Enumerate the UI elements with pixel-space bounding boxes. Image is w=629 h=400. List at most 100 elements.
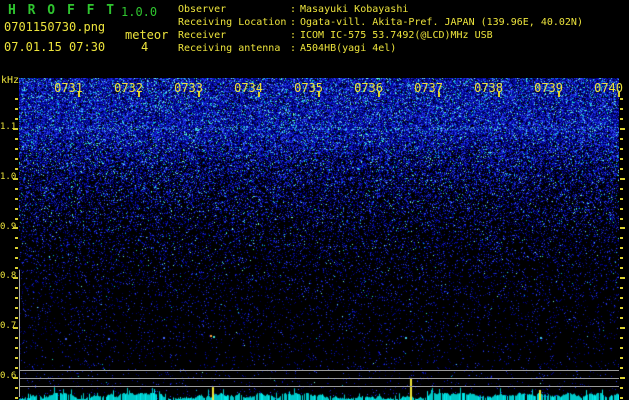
freq-major-tick-right bbox=[620, 327, 625, 329]
level-reference-line bbox=[19, 378, 619, 379]
freq-major-tick bbox=[13, 277, 18, 279]
freq-minor-tick-right bbox=[620, 267, 623, 269]
info-separator: : bbox=[290, 30, 297, 41]
freq-minor-tick bbox=[15, 218, 18, 220]
freq-minor-tick-right bbox=[620, 307, 623, 309]
freq-minor-tick bbox=[15, 317, 18, 319]
freq-minor-tick-right bbox=[620, 397, 623, 399]
freq-minor-tick bbox=[15, 148, 18, 150]
level-reference-line bbox=[19, 370, 619, 371]
time-tick-mark bbox=[438, 92, 440, 97]
freq-minor-tick-right bbox=[620, 188, 623, 190]
freq-minor-tick-right bbox=[620, 98, 623, 100]
freq-major-tick bbox=[13, 178, 18, 180]
freq-minor-tick bbox=[15, 168, 18, 170]
freq-minor-tick-right bbox=[620, 257, 623, 259]
info-value: Ogata-vill. Akita-Pref. JAPAN (139.96E, … bbox=[300, 17, 583, 28]
freq-minor-tick bbox=[15, 208, 18, 210]
info-label: Receiver bbox=[178, 30, 227, 41]
info-label: Receiving antenna bbox=[178, 43, 281, 54]
freq-minor-tick bbox=[15, 387, 18, 389]
freq-tick-label: 0.8 bbox=[0, 271, 17, 281]
output-filename: 0701150730.png bbox=[4, 20, 106, 34]
info-row: Observer: Masayuki Kobayashi bbox=[178, 3, 583, 16]
freq-minor-tick bbox=[15, 198, 18, 200]
freq-minor-tick bbox=[15, 98, 18, 100]
freq-minor-tick-right bbox=[620, 317, 623, 319]
freq-minor-tick-right bbox=[620, 297, 623, 299]
freq-minor-tick bbox=[15, 397, 18, 399]
spectrogram-canvas bbox=[19, 78, 619, 400]
info-separator: : bbox=[290, 4, 297, 15]
freq-minor-tick-right bbox=[620, 357, 623, 359]
freq-minor-tick-right bbox=[620, 208, 623, 210]
freq-minor-tick bbox=[15, 237, 18, 239]
freq-major-tick bbox=[13, 327, 18, 329]
freq-major-tick-right bbox=[620, 128, 625, 130]
freq-minor-tick-right bbox=[620, 367, 623, 369]
freq-minor-tick-right bbox=[620, 118, 623, 120]
app-title: H R O F F T bbox=[8, 3, 117, 18]
freq-tick-label: 1.1 bbox=[0, 122, 17, 132]
freq-minor-tick bbox=[15, 118, 18, 120]
info-separator: : bbox=[290, 17, 297, 28]
datetime-label: 07.01.15 07:30 bbox=[4, 40, 106, 54]
freq-minor-tick bbox=[15, 267, 18, 269]
info-label: Observer bbox=[178, 4, 227, 15]
freq-minor-tick bbox=[15, 257, 18, 259]
freq-minor-tick bbox=[15, 307, 18, 309]
time-tick-mark bbox=[78, 92, 80, 97]
freq-minor-tick bbox=[15, 138, 18, 140]
freq-minor-tick-right bbox=[620, 218, 623, 220]
freq-minor-tick bbox=[15, 347, 18, 349]
freq-minor-tick bbox=[15, 337, 18, 339]
freq-minor-tick bbox=[15, 247, 18, 249]
freq-minor-tick bbox=[15, 297, 18, 299]
info-label: Receiving Location bbox=[178, 17, 287, 28]
freq-major-tick-right bbox=[620, 227, 625, 229]
freq-minor-tick bbox=[15, 367, 18, 369]
freq-minor-tick-right bbox=[620, 138, 623, 140]
time-tick-mark bbox=[258, 92, 260, 97]
time-tick-mark bbox=[198, 92, 200, 97]
freq-major-tick bbox=[13, 227, 18, 229]
freq-minor-tick-right bbox=[620, 108, 623, 110]
time-tick-mark bbox=[498, 92, 500, 97]
freq-minor-tick-right bbox=[620, 337, 623, 339]
freq-minor-tick-right bbox=[620, 158, 623, 160]
info-row: Receiver: ICOM IC-575 53.7492(@LCD)MHz US… bbox=[178, 29, 583, 42]
freq-minor-tick-right bbox=[620, 148, 623, 150]
freq-major-tick-right bbox=[620, 178, 625, 180]
info-separator: : bbox=[290, 43, 297, 54]
freq-minor-tick-right bbox=[620, 347, 623, 349]
info-value: Masayuki Kobayashi bbox=[300, 4, 409, 15]
app-version: 1.0.0 bbox=[121, 5, 158, 19]
freq-minor-tick-right bbox=[620, 237, 623, 239]
meteor-count: 4 bbox=[141, 40, 149, 54]
info-value: ICOM IC-575 53.7492(@LCD)MHz USB bbox=[300, 30, 493, 41]
info-row: Receiving antenna: A504HB(yagi 4el) bbox=[178, 42, 583, 55]
freq-minor-tick bbox=[15, 287, 18, 289]
freq-major-tick bbox=[13, 377, 18, 379]
hrofft-output-image: H R O F F T 1.0.0 0701150730.png meteor … bbox=[0, 0, 629, 400]
freq-minor-tick-right bbox=[620, 387, 623, 389]
freq-minor-tick bbox=[15, 188, 18, 190]
time-tick-mark bbox=[618, 92, 620, 97]
freq-major-tick bbox=[13, 128, 18, 130]
info-row: Receiving Location: Ogata-vill. Akita-Pre… bbox=[178, 16, 583, 29]
level-axis-line bbox=[19, 270, 20, 397]
observer-info-block: Observer: Masayuki Kobayashi Receiving Loc… bbox=[178, 3, 583, 55]
time-tick-mark bbox=[138, 92, 140, 97]
freq-tick-label: 0.7 bbox=[0, 321, 17, 331]
info-value: A504HB(yagi 4el) bbox=[300, 43, 397, 54]
freq-major-tick-right bbox=[620, 377, 625, 379]
freq-major-tick-right bbox=[620, 277, 625, 279]
freq-minor-tick-right bbox=[620, 287, 623, 289]
freq-minor-tick-right bbox=[620, 247, 623, 249]
time-tick-mark bbox=[378, 92, 380, 97]
freq-minor-tick-right bbox=[620, 198, 623, 200]
level-reference-line bbox=[19, 386, 619, 387]
time-tick-mark bbox=[558, 92, 560, 97]
frequency-unit-label: kHz bbox=[1, 75, 20, 86]
freq-minor-tick bbox=[15, 108, 18, 110]
